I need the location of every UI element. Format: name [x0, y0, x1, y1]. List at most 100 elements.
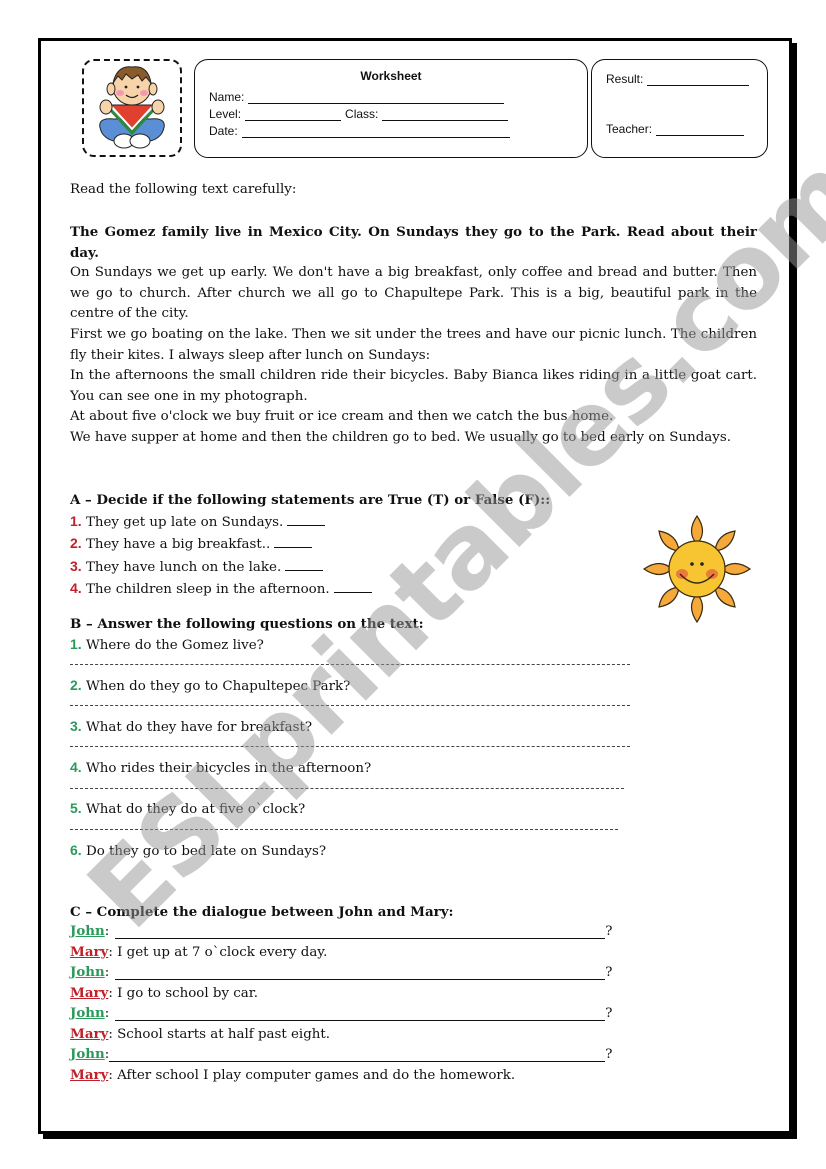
- question-mark: ?: [605, 965, 613, 980]
- dialogue-answer-field[interactable]: [115, 965, 606, 980]
- answer-line[interactable]: [70, 788, 624, 789]
- statement-text: The children sleep in the afternoon.: [85, 582, 330, 598]
- statement-text: They have a big breakfast..: [85, 537, 271, 553]
- dialogue-answer-field[interactable]: [109, 1047, 606, 1062]
- answer-blank[interactable]: [285, 558, 324, 571]
- date-label: Date:: [209, 124, 238, 138]
- question-mark: ?: [605, 1006, 613, 1021]
- dialogue-answer-field[interactable]: [115, 1006, 606, 1021]
- statement-text: They have lunch on the lake.: [85, 559, 282, 575]
- question-text: Where do the Gomez live?: [85, 638, 264, 653]
- dialogue-text: School starts at half past eight.: [112, 1027, 331, 1042]
- question-text: Do they go to bed late on Sundays?: [85, 844, 327, 859]
- question-item: 3. What do they have for breakfast?: [70, 716, 757, 739]
- item-number: 4.: [70, 759, 82, 775]
- result-row: Result:: [606, 72, 750, 86]
- teacher-label: Teacher:: [606, 122, 653, 136]
- colon: :: [104, 924, 110, 939]
- dialogue-text: I get up at 7 o`clock every day.: [112, 945, 328, 960]
- speaker-mary: Mary: [70, 944, 109, 960]
- reading-paragraph: On Sundays we get up early. We don't hav…: [70, 265, 757, 322]
- speaker-mary: Mary: [70, 985, 109, 1001]
- item-number: 6.: [70, 842, 82, 858]
- dialogue-line-mary: Mary: I go to school by car.: [70, 985, 258, 1001]
- student-info-box: Worksheet Name: Level: Class: Date:: [194, 59, 588, 158]
- speaker-john: John: [70, 1005, 105, 1021]
- level-class-row: Level: Class:: [209, 107, 509, 121]
- smiling-sun-icon: [642, 514, 752, 624]
- item-number: 1.: [70, 636, 82, 652]
- reading-paragraph: At about five o'clock we buy fruit or ic…: [70, 409, 614, 425]
- section-a-title: A – Decide if the following statements a…: [70, 492, 551, 508]
- speaker-mary: Mary: [70, 1026, 109, 1042]
- item-number: 2.: [70, 535, 82, 552]
- reading-paragraph: First we go boating on the lake. Then we…: [70, 326, 757, 363]
- colon: :: [104, 1006, 110, 1021]
- level-field[interactable]: [245, 108, 342, 121]
- reading-title: The Gomez family live in Mexico City. On…: [70, 224, 757, 261]
- question-text: Who rides their bicycles in the afternoo…: [85, 761, 372, 776]
- speaker-john: John: [70, 923, 105, 939]
- dialogue-answer-field[interactable]: [115, 924, 606, 939]
- boy-reading-icon: [99, 66, 165, 149]
- dialogue-line-mary: Mary: School starts at half past eight.: [70, 1026, 330, 1042]
- dialogue-line-mary: Mary: After school I play computer games…: [70, 1067, 515, 1083]
- answer-blank[interactable]: [287, 513, 326, 526]
- answer-blank[interactable]: [333, 580, 372, 594]
- question-item: 5. What do they do at five o`clock?: [70, 798, 757, 821]
- class-label: Class:: [345, 107, 379, 121]
- item-number: 1.: [70, 512, 82, 529]
- question-item: 6. Do they go to bed late on Sundays?: [70, 840, 757, 863]
- question-item: 1. Where do the Gomez live?: [70, 634, 757, 657]
- dialogue-line-john: John: ?: [70, 1005, 612, 1021]
- reading-paragraph: In the afternoons the small children rid…: [70, 368, 757, 404]
- name-label: Name:: [209, 90, 245, 104]
- answer-line[interactable]: [70, 829, 618, 830]
- speaker-john: John: [70, 964, 105, 980]
- answer-line[interactable]: [70, 664, 630, 665]
- teacher-row: Teacher:: [606, 122, 745, 136]
- answer-line[interactable]: [70, 746, 630, 747]
- item-number: 4.: [70, 580, 82, 597]
- item-number: 3.: [70, 557, 82, 574]
- section-b-title: B – Answer the following questions on th…: [70, 616, 424, 632]
- result-label: Result:: [606, 72, 644, 86]
- answer-blank[interactable]: [274, 535, 313, 549]
- avatar-frame: [82, 59, 182, 157]
- instructions: Read the following text carefully:: [70, 182, 297, 197]
- item-number: 3.: [70, 718, 82, 734]
- class-field[interactable]: [382, 108, 509, 121]
- name-row: Name:: [209, 90, 505, 104]
- speaker-john: John: [70, 1046, 105, 1062]
- section-c-title: C – Complete the dialogue between John a…: [70, 904, 454, 920]
- section-b-title-wrap: B – Answer the following questions on th…: [70, 614, 757, 635]
- dialogue-text: After school I play computer games and d…: [112, 1068, 516, 1083]
- question-item: 2. When do they go to Chapultepec Park?: [70, 675, 757, 698]
- item-number: 2.: [70, 677, 82, 693]
- reading-passage: The Gomez family live in Mexico City. On…: [70, 222, 757, 449]
- question-mark: ?: [605, 924, 613, 939]
- question-text: When do they go to Chapultepec Park?: [85, 679, 351, 694]
- result-field[interactable]: [647, 73, 750, 86]
- dialogue-line-john: John: ?: [70, 1046, 612, 1062]
- question-text: What do they do at five o`clock?: [85, 802, 306, 817]
- statement-text: They get up late on Sundays.: [85, 514, 284, 530]
- question-mark: ?: [605, 1047, 613, 1062]
- question-text: What do they have for breakfast?: [85, 720, 312, 735]
- dialogue-text: I go to school by car.: [112, 986, 258, 1001]
- question-item: 4. Who rides their bicycles in the after…: [70, 757, 757, 780]
- speaker-mary: Mary: [70, 1067, 109, 1083]
- date-row: Date:: [209, 124, 510, 138]
- reading-paragraph: We have supper at home and then the chil…: [70, 429, 731, 445]
- teacher-field[interactable]: [656, 123, 745, 136]
- answer-line[interactable]: [70, 705, 630, 706]
- worksheet-title: Worksheet: [360, 69, 422, 83]
- section-c-title-wrap: C – Complete the dialogue between John a…: [70, 902, 757, 923]
- level-label: Level:: [209, 107, 242, 121]
- dialogue-line-mary: Mary: I get up at 7 o`clock every day.: [70, 944, 327, 960]
- date-field[interactable]: [241, 125, 510, 138]
- dialogue-line-john: John: ?: [70, 964, 612, 980]
- colon: :: [104, 965, 110, 980]
- name-field[interactable]: [248, 91, 505, 104]
- item-number: 5.: [70, 800, 82, 816]
